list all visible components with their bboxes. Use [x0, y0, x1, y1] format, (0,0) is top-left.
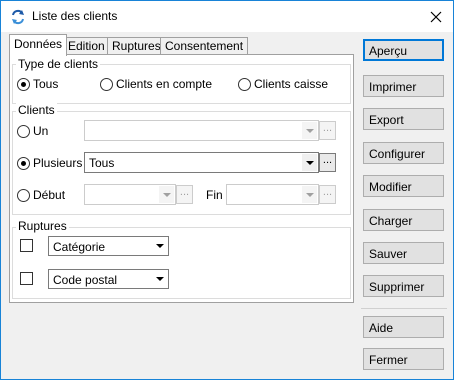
tab-panel-donnees: Type de clients Tous Clients en compte C…	[9, 54, 354, 303]
ellipsis-label: ...	[322, 186, 333, 198]
radio-circle	[17, 188, 30, 202]
title-bar: Liste des clients	[1, 1, 453, 32]
tab-label: Données	[14, 37, 63, 51]
rupture-categorie-checkbox[interactable]	[20, 239, 33, 252]
button-label: Modifier	[369, 180, 412, 194]
button-label: Fermer	[369, 353, 408, 367]
sync-arrows-icon	[10, 9, 26, 25]
chevron-down-icon[interactable]	[152, 238, 167, 254]
clients-label: Clients	[16, 103, 57, 117]
radio-label: Clients en compte	[116, 77, 213, 91]
type-clients-label: Type de clients	[16, 57, 101, 71]
button-label: Export	[369, 113, 404, 127]
sauver-button[interactable]: Sauver	[363, 242, 444, 264]
window-title: Liste des clients	[32, 9, 118, 23]
un-browse-button[interactable]: ...	[319, 121, 336, 140]
radio-label: Tous	[33, 77, 59, 91]
radio-circle	[17, 77, 30, 91]
rupture-categorie-select[interactable]: Catégorie	[48, 236, 169, 256]
ellipsis-label: ...	[179, 186, 190, 198]
imprimer-button[interactable]: Imprimer	[363, 75, 444, 97]
tab-label: Consentement	[165, 39, 244, 53]
radio-circle	[17, 124, 30, 138]
tab-edition[interactable]: Edition	[63, 37, 110, 55]
tab-consentement[interactable]: Consentement	[160, 37, 249, 55]
plusieurs-browse-button[interactable]: ...	[319, 153, 336, 172]
rupture-code-postal-select[interactable]: Code postal	[48, 269, 169, 289]
chevron-down-icon[interactable]	[302, 186, 317, 203]
tab-ruptures[interactable]: Ruptures	[107, 37, 166, 55]
button-label: Sauver	[369, 247, 408, 261]
chevron-down-icon[interactable]	[159, 186, 174, 203]
button-label: Aperçu	[369, 44, 408, 58]
debut-browse-button[interactable]: ...	[176, 185, 193, 204]
chevron-down-icon[interactable]	[302, 122, 317, 139]
button-label: Aide	[369, 321, 394, 335]
radio-clients-caisse[interactable]: Clients caisse	[238, 77, 328, 91]
radio-label: Clients caisse	[254, 77, 329, 91]
tab-label: Edition	[68, 39, 105, 53]
chevron-down-icon[interactable]	[302, 154, 317, 171]
radio-tous[interactable]: Tous	[17, 77, 58, 91]
radio-plusieurs[interactable]: Plusieurs	[17, 156, 82, 170]
configurer-button[interactable]: Configurer	[363, 142, 444, 164]
aide-button[interactable]: Aide	[363, 316, 444, 338]
debut-combo[interactable]	[84, 184, 176, 205]
button-label: Supprimer	[369, 280, 425, 294]
button-label: Configurer	[369, 147, 426, 161]
tab-label: Ruptures	[112, 39, 161, 53]
radio-circle	[238, 77, 251, 91]
ellipsis-label: ...	[322, 154, 333, 166]
fin-label: Fin	[206, 188, 223, 202]
radio-circle	[100, 77, 113, 91]
fin-combo[interactable]	[226, 184, 319, 205]
close-button[interactable]	[419, 4, 453, 30]
export-button[interactable]: Export	[363, 108, 444, 130]
un-combo[interactable]	[84, 120, 319, 141]
apercu-button[interactable]: Aperçu	[363, 39, 444, 61]
radio-label: Un	[33, 124, 49, 138]
radio-clients-en-compte[interactable]: Clients en compte	[100, 77, 212, 91]
fin-browse-button[interactable]: ...	[319, 185, 336, 204]
radio-un[interactable]: Un	[17, 124, 48, 138]
radio-label: Début	[33, 188, 66, 202]
charger-button[interactable]: Charger	[363, 209, 444, 231]
modifier-button[interactable]: Modifier	[363, 175, 444, 197]
button-label: Imprimer	[369, 80, 417, 94]
combo-value: Tous	[89, 156, 115, 170]
select-value: Code postal	[53, 273, 118, 287]
chevron-down-icon[interactable]	[152, 271, 167, 287]
select-value: Catégorie	[53, 240, 106, 254]
radio-debut[interactable]: Début	[17, 188, 65, 202]
supprimer-button[interactable]: Supprimer	[363, 275, 444, 297]
plusieurs-combo[interactable]: Tous	[84, 152, 319, 173]
ellipsis-label: ...	[322, 122, 333, 134]
fermer-button[interactable]: Fermer	[363, 348, 444, 370]
rupture-code-postal-checkbox[interactable]	[20, 272, 33, 285]
radio-circle	[17, 156, 30, 170]
dialog-window: Liste des clients Données Edition Ruptur…	[0, 0, 454, 380]
tab-donnees[interactable]: Données	[9, 34, 68, 56]
button-label: Charger	[369, 214, 413, 228]
close-icon	[430, 11, 442, 23]
button-separator	[361, 308, 447, 309]
radio-label: Plusieurs	[33, 156, 83, 170]
ruptures-label: Ruptures	[16, 219, 69, 233]
